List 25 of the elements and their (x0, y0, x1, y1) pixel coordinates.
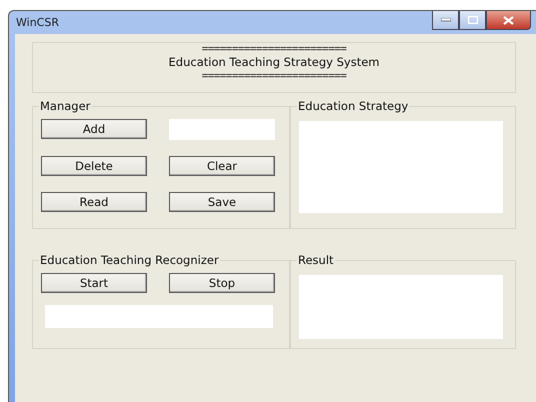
app-title: Education Teaching Strategy System (168, 54, 380, 70)
add-button[interactable]: Add (41, 119, 147, 139)
close-button[interactable] (486, 11, 531, 30)
close-icon (503, 16, 514, 24)
start-button[interactable]: Start (41, 273, 147, 293)
input-field[interactable] (169, 119, 275, 140)
result-text-area[interactable] (299, 275, 503, 339)
group-label: Education Strategy (297, 99, 410, 113)
maximize-button[interactable] (459, 11, 486, 30)
window-title: WinCSR (16, 16, 59, 29)
maximize-icon (468, 16, 478, 24)
delete-button[interactable]: Delete (41, 156, 147, 176)
group-label: Result (297, 253, 335, 267)
group-label: Manager (39, 99, 92, 113)
input-field[interactable] (45, 305, 273, 328)
strategy-text-area[interactable] (299, 121, 503, 213)
minimize-icon (440, 18, 450, 22)
minimize-button[interactable] (432, 11, 459, 30)
group-label: Education Teaching Recognizer (39, 253, 220, 267)
save-button[interactable]: Save (169, 192, 275, 212)
clear-button[interactable]: Clear (169, 156, 275, 176)
read-button[interactable]: Read (41, 192, 147, 212)
separator-text: ======================== (202, 43, 346, 54)
separator-text: ======================== (202, 70, 346, 81)
stop-button[interactable]: Stop (169, 273, 275, 293)
